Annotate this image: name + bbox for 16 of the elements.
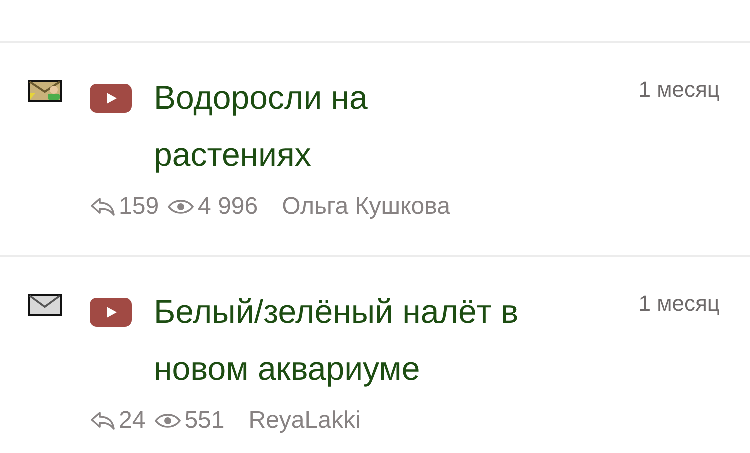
envelope-user-icon [28, 80, 62, 102]
reply-icon [90, 410, 116, 432]
topic-title-link[interactable]: Водоросли на растениях [154, 69, 528, 183]
reply-count: 24 [119, 406, 146, 436]
topic-age: 1 месяц [638, 76, 720, 104]
view-count: 4 996 [198, 192, 258, 222]
topic-title-link[interactable]: Белый/зелёный налёт в новом аквариуме [154, 283, 528, 397]
author-name: ReyaLakki [248, 406, 361, 436]
eye-icon [154, 412, 182, 430]
reply-icon [90, 196, 116, 218]
topic-age: 1 месяц [638, 290, 720, 318]
eye-icon [167, 198, 196, 216]
view-count: 551 [184, 406, 225, 436]
author-name: Ольга Кушкова [282, 192, 450, 222]
envelope-icon [28, 294, 62, 316]
reply-count: 159 [119, 192, 160, 222]
